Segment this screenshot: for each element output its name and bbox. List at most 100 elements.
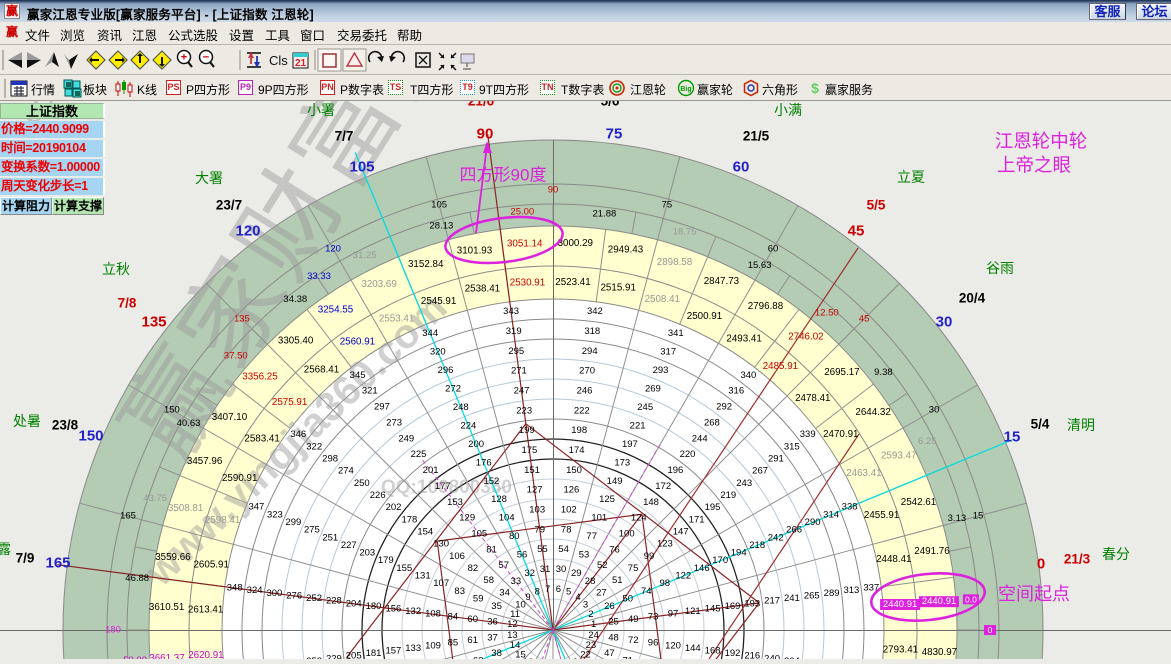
svg-text:181: 181 (366, 648, 382, 659)
svg-text:9.38: 9.38 (874, 367, 893, 378)
svg-text:219: 219 (720, 490, 736, 501)
svg-text:222: 222 (574, 405, 590, 416)
svg-text:299: 299 (285, 517, 301, 528)
svg-text:320: 320 (430, 346, 446, 357)
svg-text:6.25: 6.25 (918, 436, 937, 447)
svg-text:57: 57 (498, 560, 509, 571)
svg-text:0.0: 0.0 (965, 594, 977, 604)
svg-text:323: 323 (267, 509, 283, 520)
svg-text:21/6: 21/6 (468, 101, 495, 109)
svg-text:155: 155 (396, 563, 412, 574)
svg-text:21/5: 21/5 (743, 129, 770, 144)
svg-text:293: 293 (653, 365, 669, 376)
svg-text:130: 130 (433, 539, 449, 550)
svg-text:248: 248 (453, 402, 469, 413)
svg-text:126: 126 (563, 485, 579, 496)
svg-text:2515.91: 2515.91 (600, 283, 635, 294)
svg-text:135: 135 (141, 314, 166, 331)
svg-text:315: 315 (784, 441, 800, 452)
svg-text:3610.51: 3610.51 (149, 602, 184, 613)
svg-text:80: 80 (509, 531, 520, 542)
svg-text:319: 319 (506, 326, 522, 337)
svg-text:1: 1 (591, 619, 596, 630)
svg-text:3.13: 3.13 (948, 513, 967, 524)
svg-text:124: 124 (631, 513, 647, 524)
svg-text:103: 103 (529, 505, 545, 516)
svg-text:谷雨: 谷雨 (986, 260, 1014, 276)
svg-text:处暑: 处暑 (13, 413, 41, 429)
svg-text:2568.41: 2568.41 (304, 365, 339, 376)
svg-text:132: 132 (405, 606, 421, 617)
svg-text:227: 227 (341, 540, 357, 551)
svg-text:120: 120 (325, 243, 341, 254)
svg-text:71: 71 (623, 656, 634, 660)
svg-text:29: 29 (571, 568, 582, 579)
svg-text:33.33: 33.33 (307, 271, 331, 282)
svg-text:100: 100 (619, 529, 635, 540)
svg-text:79: 79 (535, 524, 546, 535)
svg-text:31.25: 31.25 (353, 250, 377, 261)
svg-text:55: 55 (537, 544, 548, 555)
svg-text:180: 180 (105, 625, 121, 636)
svg-text:2949.43: 2949.43 (608, 244, 644, 255)
svg-text:107: 107 (433, 578, 449, 589)
svg-text:45: 45 (859, 313, 870, 324)
svg-text:146: 146 (694, 563, 710, 574)
svg-text:Big: Big (680, 86, 691, 93)
svg-text:205: 205 (346, 651, 362, 659)
svg-text:51: 51 (612, 575, 623, 586)
svg-text:2613.41: 2613.41 (188, 605, 223, 616)
svg-text:225: 225 (411, 449, 427, 460)
svg-text:127: 127 (527, 485, 543, 496)
svg-text:−: − (203, 52, 209, 64)
svg-text:2448.41: 2448.41 (876, 554, 911, 565)
svg-text:5/4: 5/4 (1031, 417, 1050, 432)
svg-text:21.88: 21.88 (593, 209, 617, 220)
svg-text:83: 83 (454, 586, 465, 597)
svg-text:2553.41: 2553.41 (379, 314, 414, 325)
svg-text:2523.41: 2523.41 (555, 277, 590, 288)
svg-text:104: 104 (499, 513, 515, 524)
svg-text:60: 60 (467, 614, 478, 625)
svg-text:0: 0 (988, 625, 993, 635)
svg-text:121: 121 (685, 606, 701, 617)
svg-text:8: 8 (535, 587, 540, 598)
svg-text:2593.47: 2593.47 (881, 451, 916, 462)
svg-text:268: 268 (704, 417, 720, 428)
svg-text:61: 61 (467, 635, 478, 646)
svg-text:135: 135 (234, 313, 250, 324)
svg-text:48: 48 (608, 633, 619, 644)
svg-text:300: 300 (266, 588, 282, 599)
svg-text:30: 30 (929, 405, 940, 416)
svg-text:216: 216 (744, 651, 760, 659)
svg-text:96: 96 (648, 638, 659, 649)
svg-text:120: 120 (235, 223, 260, 240)
svg-text:270: 270 (579, 366, 595, 377)
svg-text:2440.91: 2440.91 (883, 599, 917, 610)
svg-text:4830.97: 4830.97 (922, 647, 957, 658)
svg-text:169: 169 (725, 601, 741, 612)
svg-text:133: 133 (405, 643, 421, 654)
svg-text:321: 321 (362, 386, 378, 397)
svg-text:149: 149 (607, 476, 623, 487)
svg-text:3203.69: 3203.69 (361, 279, 396, 290)
svg-text:246: 246 (577, 386, 593, 397)
svg-text:38: 38 (491, 648, 502, 659)
svg-text:56: 56 (517, 550, 528, 561)
svg-text:249: 249 (398, 433, 414, 444)
svg-text:2478.41: 2478.41 (795, 393, 830, 404)
svg-text:145: 145 (705, 604, 721, 615)
svg-text:3356.25: 3356.25 (242, 372, 278, 383)
svg-text:7/7: 7/7 (335, 129, 354, 144)
svg-text:338: 338 (842, 502, 858, 513)
svg-text:34.38: 34.38 (283, 294, 307, 305)
svg-text:152: 152 (483, 476, 499, 487)
svg-text:157: 157 (385, 646, 401, 657)
svg-text:296: 296 (438, 365, 454, 376)
svg-text:2440.91: 2440.91 (922, 596, 956, 607)
svg-text:229: 229 (326, 653, 342, 659)
svg-text:339: 339 (800, 429, 816, 440)
svg-text:313: 313 (843, 585, 859, 596)
svg-text:317: 317 (660, 346, 676, 357)
svg-text:192: 192 (725, 648, 741, 659)
